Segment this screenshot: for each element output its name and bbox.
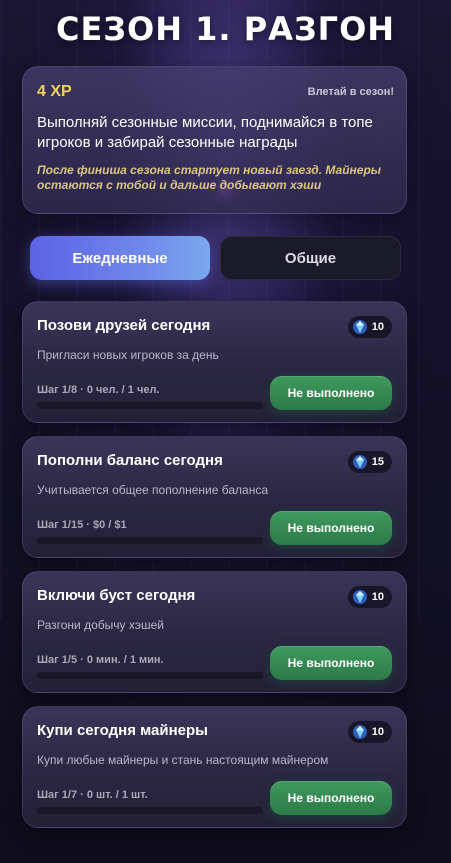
mission-description: Учитывается общее пополнение баланса [37,483,269,497]
mission-title: Включи буст сегодня [37,587,196,604]
mission-status-button[interactable]: Не выполнено [270,646,392,680]
xp-value: 4 XP [37,83,72,100]
season-info-card: 4 XP Влетай в сезон! Выполняй сезонные м… [22,66,407,214]
reward-badge: 10 [347,316,392,338]
page-title: СЕЗОН 1. РАЗГОН [55,10,396,48]
mission-card: Пополни баланс сегодня 15 Учитывается об… [22,436,407,558]
mission-card: Позови друзей сегодня 10 Пригласи новых … [22,301,407,423]
gem-icon [352,590,367,604]
progress-bar [37,537,263,544]
gem-icon [352,455,367,469]
mission-tabs: Ежедневные Общие [30,236,401,280]
mission-description: Пригласи новых игроков за день [37,348,219,362]
mission-status-button[interactable]: Не выполнено [270,781,392,815]
season-tagline: Влетай в сезон! [307,86,394,98]
mission-step: Шаг 1/15 · $0 / $1 [37,519,127,531]
mission-step: Шаг 1/5 · 0 мин. / 1 мин. [37,654,164,666]
mission-card: Купи сегодня майнеры 10 Купи любые майне… [22,706,407,828]
reward-amount: 10 [371,591,384,603]
mission-step: Шаг 1/7 · 0 шт. / 1 шт. [37,789,148,801]
tab-general[interactable]: Общие [220,236,401,280]
reward-badge: 10 [347,586,392,608]
mission-step: Шаг 1/8 · 0 чел. / 1 чел. [37,384,160,396]
progress-bar [37,807,263,814]
tab-daily[interactable]: Ежедневные [30,236,210,280]
progress-bar [37,672,263,679]
mission-status-button[interactable]: Не выполнено [270,511,392,545]
mission-description: Разгони добычу хэшей [37,618,164,632]
reward-amount: 15 [371,456,384,468]
reward-badge: 10 [347,721,392,743]
mission-title: Купи сегодня майнеры [37,722,208,739]
progress-bar [37,402,263,409]
season-note: После финиша сезона стартует новый заезд… [37,163,382,192]
gem-icon [352,320,367,334]
mission-card: Включи буст сегодня 10 Разгони добычу хэ… [22,571,407,693]
mission-title: Позови друзей сегодня [37,317,211,334]
mission-title: Пополни баланс сегодня [37,452,223,469]
mission-description: Купи любые майнеры и стань настоящим май… [37,753,329,767]
mission-status-button[interactable]: Не выполнено [270,376,392,410]
gem-icon [352,725,367,739]
season-page: СЕЗОН 1. РАЗГОН 4 XP Влетай в сезон! Вып… [0,0,451,863]
season-description: Выполняй сезонные миссии, поднимайся в т… [37,114,373,151]
reward-amount: 10 [371,321,384,333]
reward-badge: 15 [347,451,392,473]
reward-amount: 10 [371,726,384,738]
